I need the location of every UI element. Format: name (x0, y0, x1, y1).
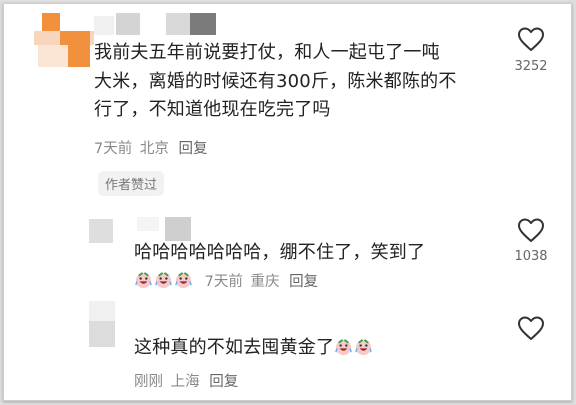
laughing-crying-emoji (334, 337, 354, 358)
comment-list: 我前夫五年前说要打仗，和人一起屯了一吨 大米，离婚的时候还有300斤，陈米都陈的… (3, 3, 572, 401)
heart-outline-icon[interactable] (517, 315, 545, 341)
location: 上海 (170, 374, 200, 390)
comment-3: 这种真的不如去囤黄金了 刚刚 上海 回复 (4, 299, 571, 400)
comment-2: 哈哈哈哈哈哈哈，绷不住了，笑到了 7天前 重庆 回复 1038 (4, 199, 571, 299)
comment-meta: 7天前 北京 回复 (94, 137, 207, 158)
laughing-crying-emoji (354, 337, 374, 358)
author-liked-badge: 作者赞过 (98, 171, 165, 196)
like-count: 3252 (514, 59, 548, 74)
heart-outline-icon[interactable] (517, 217, 545, 243)
avatar[interactable] (89, 301, 129, 351)
avatar[interactable] (34, 9, 94, 71)
location: 北京 (139, 141, 169, 157)
reply-meta: 刚刚 上海 回复 (134, 370, 238, 391)
reply-button[interactable]: 回复 (289, 274, 318, 290)
reply-button[interactable]: 回复 (178, 141, 207, 157)
laughing-crying-emoji (174, 272, 194, 290)
reply-text: 这种真的不如去囤黄金了 (134, 334, 374, 363)
heart-outline-icon[interactable] (517, 26, 545, 52)
timestamp: 刚刚 (134, 374, 163, 390)
reply-text: 哈哈哈哈哈哈哈，绷不住了，笑到了 (134, 242, 426, 263)
comment-1: 我前夫五年前说要打仗，和人一起屯了一吨 大米，离婚的时候还有300斤，陈米都陈的… (4, 4, 571, 199)
location: 重庆 (250, 274, 280, 290)
comment-text: 我前夫五年前说要打仗，和人一起屯了一吨 大米，离婚的时候还有300斤，陈米都陈的… (94, 42, 457, 120)
timestamp: 7天前 (94, 141, 133, 157)
timestamp: 7天前 (204, 274, 243, 290)
reply-meta: 7天前 重庆 回复 (134, 270, 318, 291)
laughing-crying-emoji (134, 272, 154, 290)
reply-button[interactable]: 回复 (209, 374, 238, 390)
username-redacted[interactable] (94, 13, 224, 35)
laughing-crying-emoji (154, 272, 174, 290)
like-count: 1038 (514, 249, 548, 264)
